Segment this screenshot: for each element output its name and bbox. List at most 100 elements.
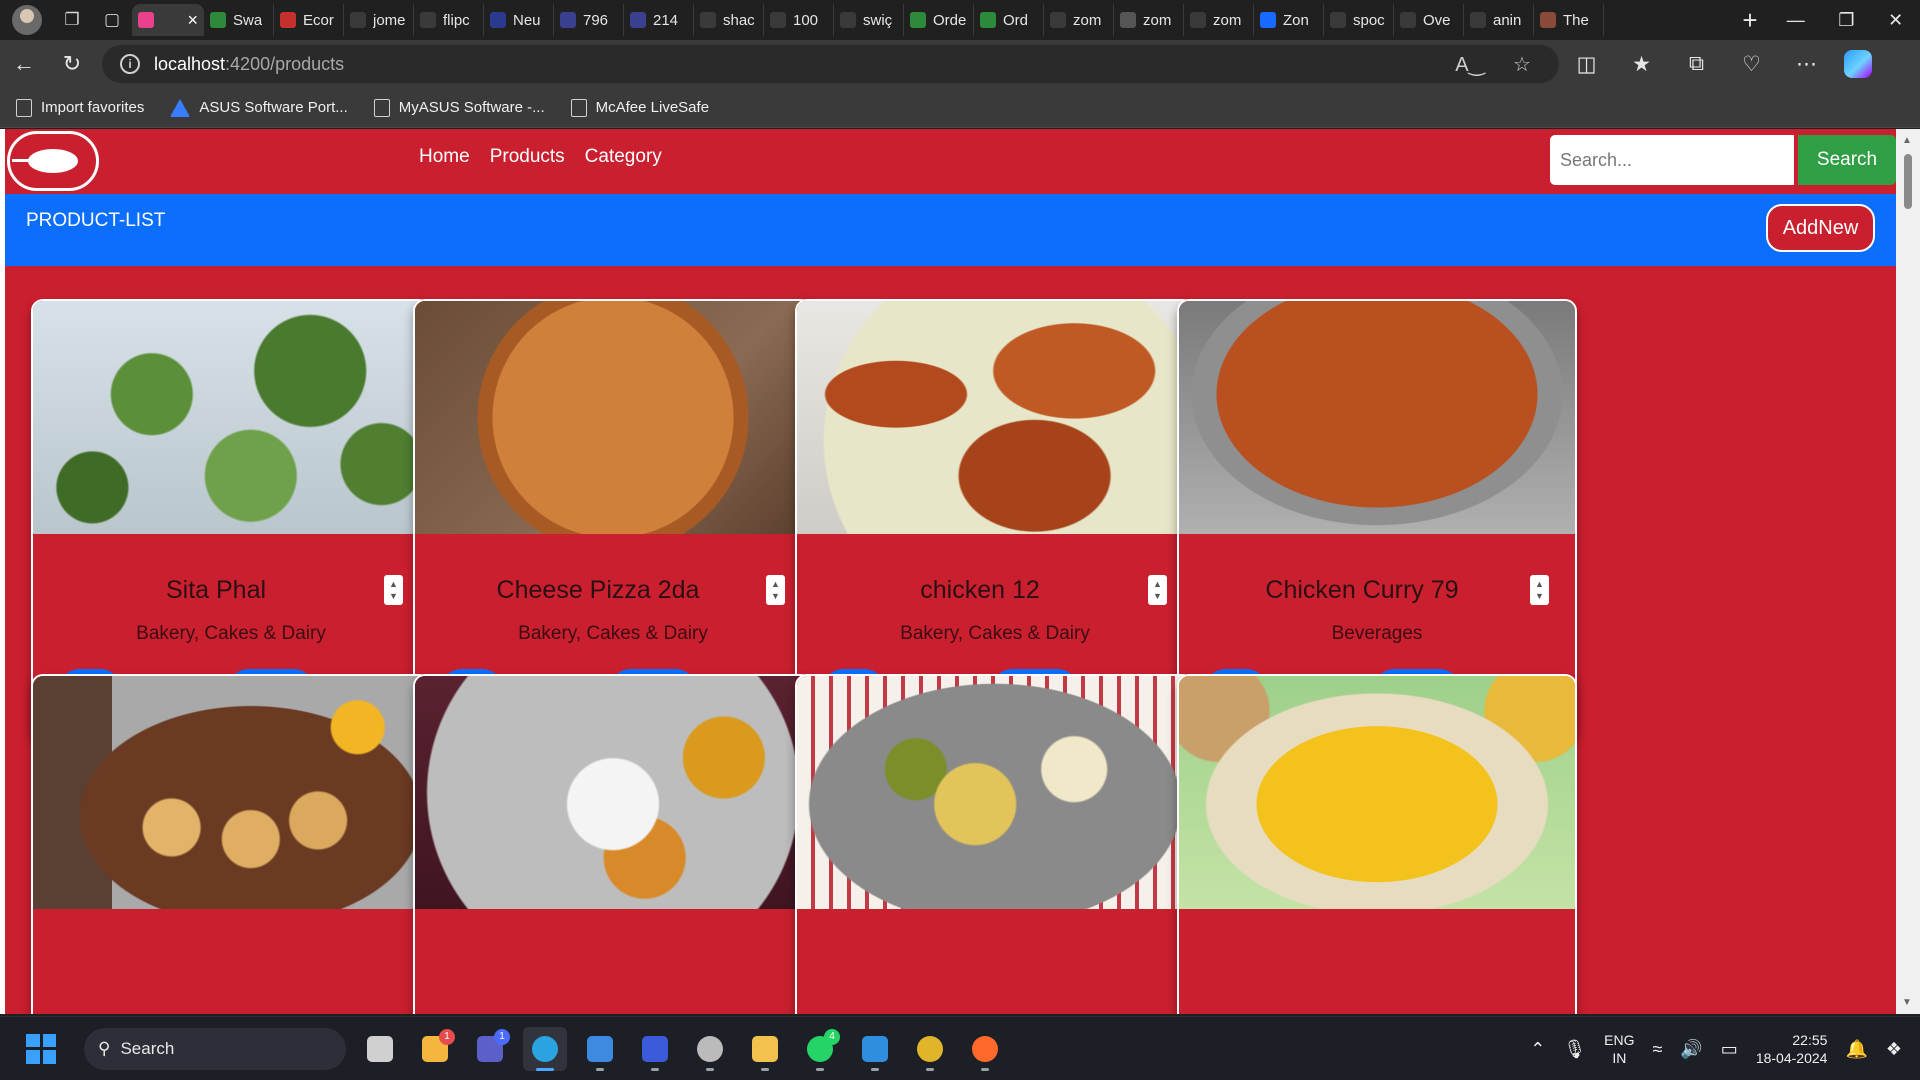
stepper-up-icon[interactable]: ▲ — [1535, 578, 1544, 590]
teams-icon[interactable]: 1 — [468, 1027, 512, 1071]
search-icon: ⚲ — [98, 1038, 111, 1058]
search-button[interactable]: Search — [1798, 135, 1896, 185]
favorite-star-icon[interactable]: ☆ — [1503, 52, 1541, 77]
chrome-icon[interactable] — [908, 1027, 952, 1071]
favorite-item[interactable]: McAfee LiveSafe — [570, 98, 709, 117]
restore-icon[interactable]: ❐ — [1838, 10, 1854, 31]
tab-title: flipc — [443, 11, 470, 29]
favorite-item[interactable]: ASUS Software Port... — [170, 98, 348, 117]
close-tab-icon[interactable]: × — [187, 10, 198, 31]
workspaces-icon[interactable]: ❐ — [52, 4, 92, 36]
minimize-icon[interactable]: — — [1787, 10, 1805, 31]
pen-icon[interactable] — [633, 1027, 677, 1071]
back-icon[interactable]: ← — [0, 44, 48, 84]
profile-avatar[interactable] — [12, 5, 42, 35]
quantity-stepper[interactable]: ▲ ▼ — [766, 575, 785, 605]
browser-tab[interactable]: Swa — [204, 4, 274, 36]
stepper-up-icon[interactable]: ▲ — [771, 578, 780, 590]
tab-actions-icon[interactable]: ▢ — [92, 4, 132, 36]
volume-icon[interactable]: 🔊 — [1680, 1039, 1702, 1060]
edge-icon[interactable] — [523, 1026, 567, 1071]
split-screen-icon[interactable]: ◫ — [1559, 52, 1614, 77]
url-text[interactable]: localhost:4200/products — [154, 54, 1437, 75]
firefox-icon[interactable] — [963, 1027, 1007, 1071]
copilot-tray-icon[interactable]: ❖ — [1886, 1039, 1902, 1060]
store-icon[interactable] — [578, 1027, 622, 1071]
site-logo[interactable] — [7, 131, 99, 191]
browser-tab[interactable]: The — [1534, 4, 1604, 36]
folder-icon[interactable] — [743, 1027, 787, 1071]
site-info-icon[interactable]: i — [120, 54, 140, 74]
browser-tab[interactable]: shac — [694, 4, 764, 36]
wifi-icon[interactable]: ≈ — [1652, 1039, 1662, 1060]
browser-tab[interactable]: Ecor — [274, 4, 344, 36]
browser-tab[interactable]: flipc — [414, 4, 484, 36]
browser-tab[interactable]: 214 — [624, 4, 694, 36]
stepper-down-icon[interactable]: ▼ — [1153, 590, 1162, 602]
stepper-down-icon[interactable]: ▼ — [1535, 590, 1544, 602]
openai-icon — [1120, 12, 1136, 28]
close-window-icon[interactable]: ✕ — [1888, 10, 1903, 31]
whatsapp-icon[interactable]: 4 — [798, 1027, 842, 1071]
scroll-down-icon[interactable]: ▼ — [1902, 997, 1912, 1008]
browser-tab[interactable]: Zon — [1254, 4, 1324, 36]
quantity-stepper[interactable]: ▲ ▼ — [384, 575, 403, 605]
nav-link-category[interactable]: Category — [585, 146, 662, 168]
browser-tab[interactable]: Neu — [484, 4, 554, 36]
browser-tab[interactable]: spoc — [1324, 4, 1394, 36]
browser-tab[interactable]: anin — [1464, 4, 1534, 36]
scroll-up-icon[interactable]: ▲ — [1902, 135, 1912, 146]
scrollbar-thumb[interactable] — [1904, 154, 1912, 209]
more-options-icon[interactable]: ⋯ — [1779, 52, 1834, 77]
quantity-stepper[interactable]: ▲ ▼ — [1148, 575, 1167, 605]
read-aloud-icon[interactable]: A‿ — [1451, 52, 1489, 77]
show-hidden-icons-icon[interactable]: ⌃ — [1530, 1039, 1545, 1060]
favorites-icon[interactable]: ★ — [1614, 52, 1669, 77]
browser-tab[interactable]: zom — [1044, 4, 1114, 36]
document-icon — [373, 98, 390, 117]
new-tab-icon[interactable]: + — [1730, 5, 1770, 36]
browser-tab[interactable]: 796 — [554, 4, 624, 36]
copilot-icon[interactable] — [1844, 50, 1872, 78]
language-bottom: IN — [1612, 1050, 1627, 1066]
stepper-down-icon[interactable]: ▼ — [389, 590, 398, 602]
vertical-scrollbar[interactable]: ▲ ▼ — [1896, 129, 1920, 1014]
browser-tab[interactable]: zom — [1184, 4, 1254, 36]
microphone-icon[interactable]: 🎙 — [1563, 1039, 1586, 1060]
browser-tab[interactable]: Ord — [974, 4, 1044, 36]
taskbar-apps: 1 1 4 — [358, 1026, 1007, 1071]
search-input[interactable] — [1550, 135, 1794, 185]
stepper-down-icon[interactable]: ▼ — [771, 590, 780, 602]
browser-tab[interactable]: × — [132, 4, 204, 36]
browser-essentials-icon[interactable]: ♡ — [1724, 52, 1779, 77]
browser-tab[interactable]: jome — [344, 4, 414, 36]
favorite-item[interactable]: MyASUS Software -... — [373, 98, 545, 117]
stepper-up-icon[interactable]: ▲ — [1153, 578, 1162, 590]
nav-link-home[interactable]: Home — [419, 146, 470, 168]
browser-tab[interactable]: zom — [1114, 4, 1184, 36]
notes-icon[interactable]: 1 — [413, 1027, 457, 1071]
windows-start-icon[interactable] — [26, 1033, 56, 1064]
battery-icon[interactable]: ▭ — [1721, 1039, 1738, 1060]
refresh-icon[interactable]: ↻ — [48, 44, 96, 84]
browser-tab[interactable]: 100 — [764, 4, 834, 36]
browser-tab[interactable]: Ove — [1394, 4, 1464, 36]
collections-icon[interactable]: ⧉ — [1669, 52, 1724, 76]
language-indicator[interactable]: ENG IN — [1604, 1031, 1634, 1067]
unity-icon[interactable] — [688, 1027, 732, 1071]
browser-tab[interactable]: Orde — [904, 4, 974, 36]
nav-link-products[interactable]: Products — [490, 146, 565, 168]
taskbar-search[interactable]: ⚲ Search — [84, 1027, 346, 1070]
task-view-icon[interactable] — [358, 1027, 402, 1071]
task-view-glyph — [367, 1035, 393, 1062]
vscode-icon[interactable] — [853, 1027, 897, 1071]
stepper-up-icon[interactable]: ▲ — [389, 578, 398, 590]
address-bar[interactable]: i localhost:4200/products A‿ ☆ — [102, 45, 1559, 83]
notifications-icon[interactable]: 🔔 — [1845, 1039, 1867, 1060]
quantity-stepper[interactable]: ▲ ▼ — [1530, 575, 1549, 605]
add-new-button[interactable]: AddNew — [1766, 204, 1875, 252]
youtube-icon — [280, 12, 296, 28]
favorite-item[interactable]: Import favorites — [16, 98, 144, 117]
clock[interactable]: 22:55 18-04-2024 — [1756, 1031, 1828, 1067]
browser-tab[interactable]: swiç — [834, 4, 904, 36]
